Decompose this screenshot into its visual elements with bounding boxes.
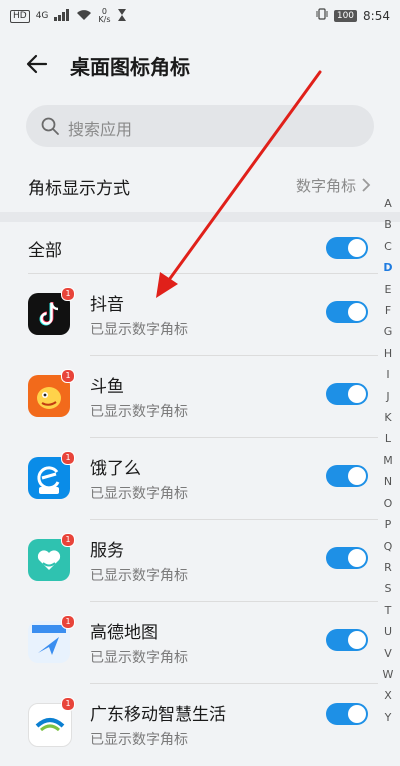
battery-icon: 100 (333, 9, 358, 22)
toggle-knob (348, 239, 366, 257)
index-letter-n[interactable]: N (381, 471, 395, 492)
page-title: 桌面图标角标 (70, 55, 190, 79)
index-letter-a[interactable]: A (381, 193, 395, 214)
index-letter-i[interactable]: I (381, 364, 395, 385)
badge-count: 1 (61, 533, 75, 547)
index-letter-d[interactable]: D (381, 257, 395, 278)
index-letter-e[interactable]: E (381, 279, 395, 300)
status-bar: HD 4G 0 K/s 100 8:54 (0, 0, 400, 32)
badge-mode-row[interactable]: 角标显示方式 数字角标 (0, 160, 400, 210)
search-placeholder: 搜索应用 (68, 120, 133, 139)
index-letter-u[interactable]: U (381, 621, 395, 642)
toggle-knob (348, 631, 366, 649)
index-letter-y[interactable]: Y (381, 707, 395, 728)
signal-icon (54, 8, 70, 24)
index-letter-h[interactable]: H (381, 343, 395, 364)
index-letter-x[interactable]: X (381, 685, 395, 706)
app-status: 已显示数字角标 (90, 568, 188, 584)
badge-count: 1 (61, 451, 75, 465)
badge-count: 1 (61, 369, 75, 383)
app-name: 饿了么 (90, 459, 141, 479)
index-letter-f[interactable]: F (381, 300, 395, 321)
hourglass-icon (117, 8, 127, 24)
toggle-knob (348, 303, 366, 321)
index-letter-b[interactable]: B (381, 214, 395, 235)
badge-count: 1 (61, 287, 75, 301)
index-letter-w[interactable]: W (381, 664, 395, 685)
index-letter-g[interactable]: G (381, 321, 395, 342)
badge-toggle[interactable] (326, 465, 368, 487)
app-row-amap[interactable]: 1 高德地图 已显示数字角标 (0, 602, 400, 684)
app-row-douyin[interactable]: 1 抖音 已显示数字角标 (0, 274, 400, 356)
index-letter-j[interactable]: J (381, 386, 395, 407)
network-label: 4G (35, 11, 49, 21)
alphabet-index[interactable]: ABCDEFGHIJKLMNOPQRSTUVWXY (381, 193, 395, 728)
toggle-knob (348, 705, 366, 723)
vibrate-icon (316, 8, 328, 23)
all-label: 全部 (28, 241, 62, 261)
app-status: 已显示数字角标 (90, 650, 188, 666)
index-letter-r[interactable]: R (381, 557, 395, 578)
badge-mode-label: 角标显示方式 (28, 179, 130, 199)
app-name: 高德地图 (90, 623, 158, 643)
search-icon (40, 116, 60, 136)
index-letter-t[interactable]: T (381, 600, 395, 621)
index-letter-k[interactable]: K (381, 407, 395, 428)
app-name: 抖音 (90, 295, 124, 315)
status-right: 100 8:54 (316, 8, 390, 23)
toggle-knob (348, 549, 366, 567)
index-letter-o[interactable]: O (381, 493, 395, 514)
app-row-eleme[interactable]: 1 饿了么 已显示数字角标 (0, 438, 400, 520)
badge-mode-value: 数字角标 (295, 177, 356, 195)
index-letter-q[interactable]: Q (381, 536, 395, 557)
hd-badge: HD (10, 9, 30, 23)
app-row-service[interactable]: 1 服务 已显示数字角标 (0, 520, 400, 602)
index-letter-v[interactable]: V (381, 643, 395, 664)
search-input[interactable]: 搜索应用 (26, 105, 374, 147)
status-left: HD 4G 0 K/s (10, 8, 127, 24)
badge-count: 1 (61, 697, 75, 711)
toggle-knob (348, 385, 366, 403)
badge-toggle[interactable] (326, 703, 368, 725)
app-status: 已显示数字角标 (90, 486, 188, 502)
app-name: 服务 (90, 541, 124, 561)
index-letter-p[interactable]: P (381, 514, 395, 535)
app-name: 斗鱼 (90, 377, 124, 397)
badge-toggle[interactable] (326, 547, 368, 569)
app-status: 已显示数字角标 (90, 322, 188, 338)
index-letter-l[interactable]: L (381, 428, 395, 449)
app-row-china-mobile[interactable]: 1 广东移动智慧生活 已显示数字角标 (0, 684, 400, 766)
section-divider (0, 212, 400, 222)
app-status: 已显示数字角标 (90, 732, 188, 748)
badge-toggle[interactable] (326, 301, 368, 323)
badge-toggle[interactable] (326, 383, 368, 405)
index-letter-c[interactable]: C (381, 236, 395, 257)
clock: 8:54 (363, 8, 390, 23)
toggle-knob (348, 467, 366, 485)
all-toggle[interactable] (326, 237, 368, 259)
all-row: 全部 (0, 222, 400, 274)
badge-count: 1 (61, 615, 75, 629)
index-letter-s[interactable]: S (381, 578, 395, 599)
app-row-douyu[interactable]: 1 斗鱼 已显示数字角标 (0, 356, 400, 438)
badge-toggle[interactable] (326, 629, 368, 651)
app-name: 广东移动智慧生活 (90, 705, 226, 725)
index-letter-m[interactable]: M (381, 450, 395, 471)
net-speed: 0 K/s (98, 8, 110, 24)
title-bar: 桌面图标角标 (0, 40, 400, 88)
wifi-icon (76, 9, 92, 24)
speed-unit: K/s (98, 15, 111, 24)
arrow-left-icon[interactable] (24, 50, 52, 78)
app-status: 已显示数字角标 (90, 404, 188, 420)
chevron-right-icon (360, 177, 372, 193)
